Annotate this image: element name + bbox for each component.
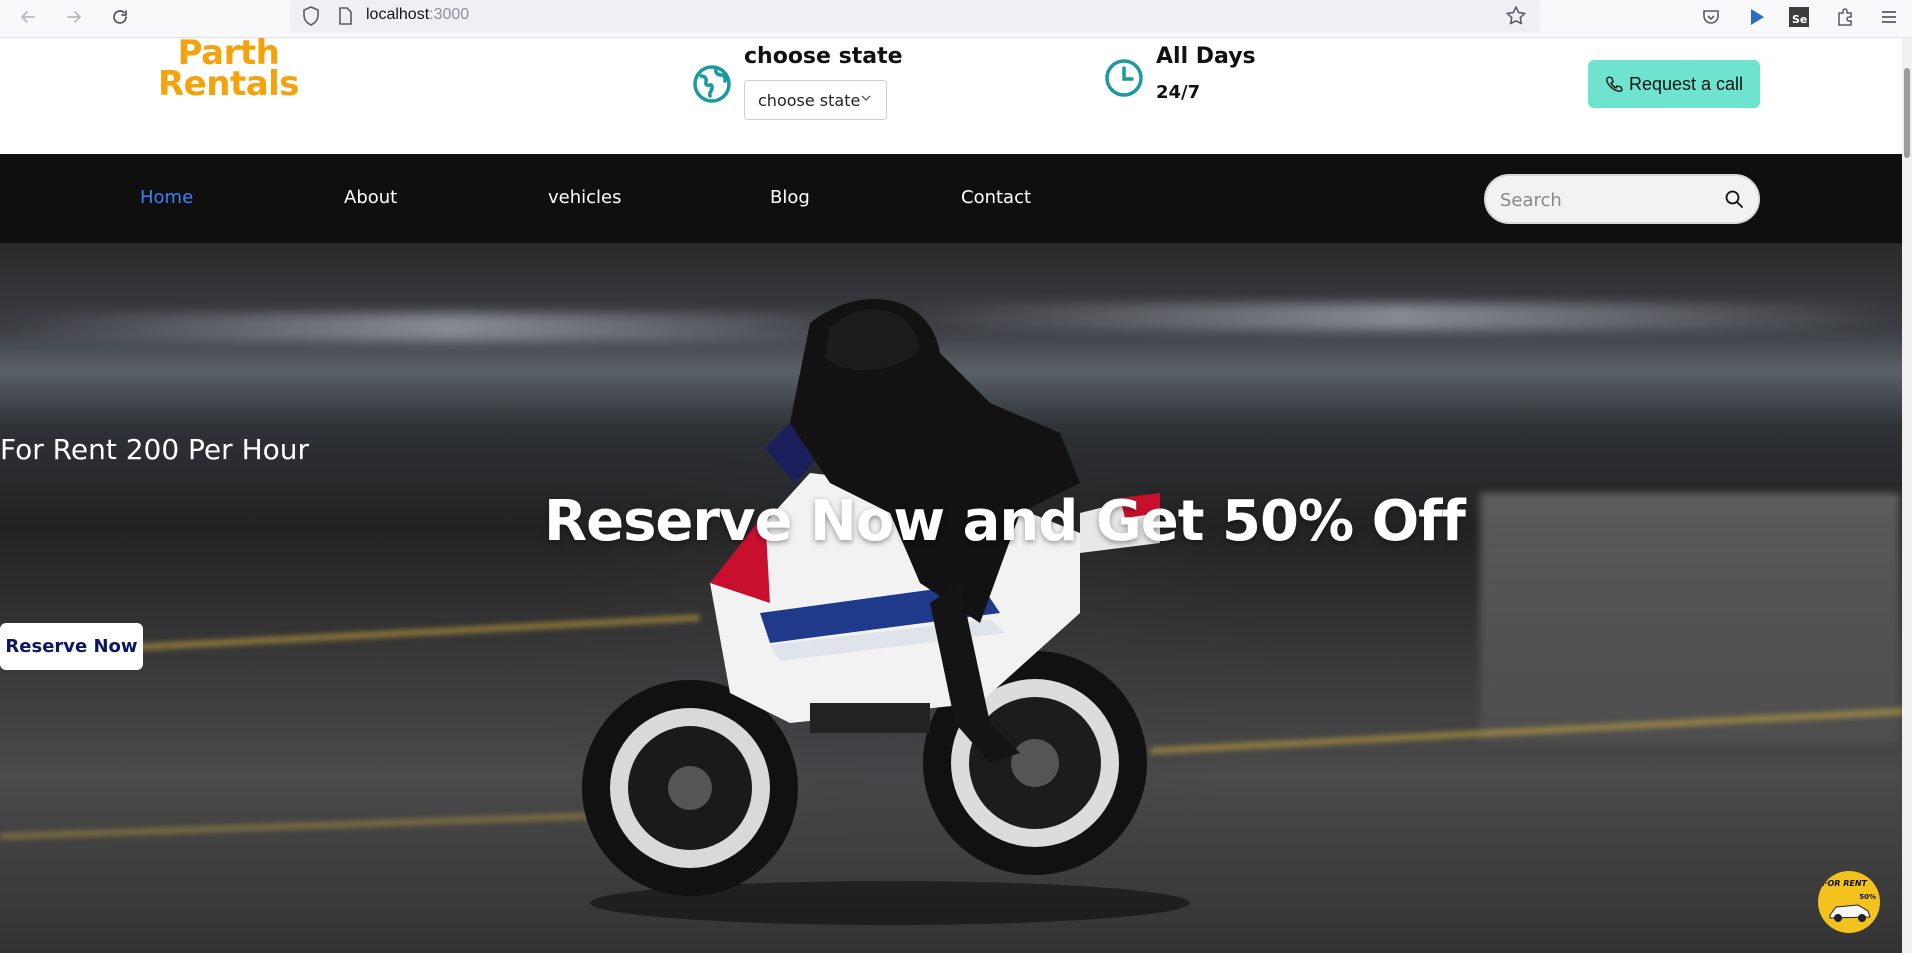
site-header: Parth Rentals choose state choose state … (0, 36, 1912, 154)
main-nav: Home About vehicles Blog Contact (0, 154, 1912, 243)
promo-badge[interactable]: FOR RENT 50% (1818, 871, 1880, 933)
hero-rate-text: For Rent 200 Per Hour (0, 433, 310, 466)
concrete-barrier (1480, 493, 1900, 743)
menu-icon[interactable] (1876, 4, 1902, 30)
scrollbar-thumb[interactable] (1904, 68, 1910, 158)
phone-icon (1605, 76, 1623, 93)
svg-text:Se: Se (1792, 13, 1807, 26)
page-scrollbar[interactable] (1902, 38, 1912, 953)
selenium-extension-icon[interactable]: Se (1786, 4, 1812, 30)
bookmark-star-icon[interactable] (1504, 4, 1528, 28)
state-select-value: choose state (758, 90, 861, 110)
extensions-icon[interactable] (1832, 4, 1858, 30)
search-box (1484, 174, 1760, 224)
request-call-label: Request a call (1628, 73, 1744, 94)
reload-icon[interactable] (106, 3, 134, 31)
state-title: choose state (744, 44, 903, 69)
logo[interactable]: Parth Rentals (158, 36, 300, 104)
chevron-down-icon (861, 95, 871, 101)
url-bar[interactable]: localhost:3000 (290, 0, 1540, 32)
search-icon[interactable] (1724, 189, 1744, 209)
search-input[interactable] (1500, 187, 1720, 213)
play-extension-icon[interactable] (1744, 4, 1770, 30)
nav-blog[interactable]: Blog (770, 187, 810, 208)
page-icon (339, 7, 352, 25)
hero-section: For Rent 200 Per Hour Reserve Now and Ge… (0, 243, 1912, 953)
days-subtitle: 24/7 (1156, 82, 1201, 103)
back-icon[interactable] (14, 3, 42, 31)
clock-icon (1105, 59, 1143, 97)
shield-icon[interactable] (300, 5, 322, 27)
state-select[interactable]: choose state (744, 80, 887, 120)
pocket-icon[interactable] (1698, 4, 1724, 30)
motorcycle-image (582, 299, 1190, 925)
logo-line2: Rentals (158, 64, 300, 104)
car-icon (1829, 904, 1871, 922)
nav-contact[interactable]: Contact (961, 187, 1031, 208)
nav-vehicles[interactable]: vehicles (548, 187, 622, 208)
request-call-button[interactable]: Request a call (1588, 60, 1760, 108)
reserve-now-button[interactable]: Reserve Now (0, 623, 143, 670)
url-text: localhost:3000 (366, 6, 470, 23)
days-title: All Days (1156, 44, 1256, 69)
forward-icon[interactable] (60, 3, 88, 31)
browser-toolbar: localhost:3000 Se (0, 0, 1912, 38)
nav-home[interactable]: Home (140, 187, 193, 208)
globe-icon (693, 65, 731, 103)
road-line (0, 812, 600, 840)
nav-about[interactable]: About (344, 187, 397, 208)
hero-title: Reserve Now and Get 50% Off (544, 489, 1466, 554)
